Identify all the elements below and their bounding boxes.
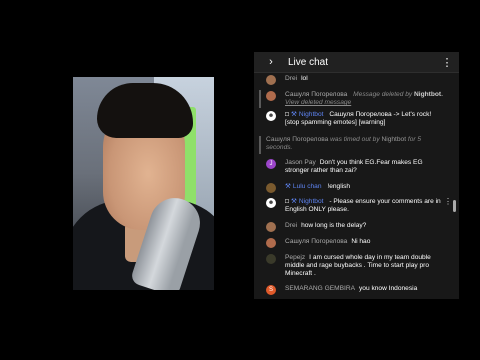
- chat-message: J Jason Pay Don't you think EG.Fear makes…: [266, 159, 446, 175]
- chat-message: ☻ ◘ ⚒ Nightbot - Please ensure your commen…: [266, 197, 451, 214]
- chat-scrollbar[interactable]: [453, 200, 456, 212]
- deleted-note: Message deleted by: [353, 91, 413, 98]
- note-mid: was timed out by: [330, 136, 380, 143]
- message-text: !english: [327, 183, 351, 190]
- author-name[interactable]: Сашуля Погорелова: [285, 91, 347, 98]
- timed-out-user: Сашуля Погорелова: [266, 136, 329, 143]
- message-text: how long is the delay?: [301, 222, 367, 229]
- author-name[interactable]: Drei: [285, 75, 297, 82]
- avatar: [266, 183, 276, 193]
- chat-header: › Live chat ⋮: [254, 52, 459, 73]
- author-name[interactable]: Pepejz: [285, 254, 305, 261]
- nightbot-avatar: ☻: [266, 111, 276, 121]
- avatar: [266, 91, 276, 101]
- wrench-icon: ⚒: [285, 183, 291, 190]
- avatar: [266, 75, 276, 85]
- author-name[interactable]: Сашуля Погорелова: [285, 238, 347, 245]
- deleted-by: Nightbot: [414, 91, 442, 98]
- avatar: S: [266, 285, 276, 295]
- more-vertical-icon[interactable]: ⋮: [439, 56, 455, 69]
- author-name[interactable]: Nightbot: [299, 198, 324, 205]
- chat-message: Сашуля Погорелова Ni hao: [266, 238, 446, 248]
- view-deleted-link[interactable]: View deleted message: [285, 99, 351, 106]
- chat-message: ⚒ Lulu chan !english: [266, 183, 446, 193]
- author-name[interactable]: Nightbot: [299, 111, 324, 118]
- author-name[interactable]: Lulu chan: [293, 183, 322, 190]
- author-name[interactable]: SEMARANG GEMBIRA: [285, 285, 355, 292]
- note-by: Nightbot: [381, 136, 407, 143]
- shield-icon: ◘: [285, 111, 289, 118]
- more-vertical-icon[interactable]: ⋮: [444, 197, 451, 206]
- divider: [259, 90, 261, 108]
- chat-message: Pepejz I am cursed whole day in my team d…: [266, 254, 446, 279]
- webcam-video: [73, 77, 214, 290]
- chevron-right-icon[interactable]: ›: [262, 56, 280, 68]
- chat-message: Drei how long is the delay?: [266, 222, 446, 232]
- avatar: [266, 238, 276, 248]
- message-text: Ni hao: [351, 238, 371, 245]
- chat-messages[interactable]: Drei lol Сашуля Погорелова Message delete…: [254, 73, 451, 299]
- avatar: J: [266, 159, 276, 169]
- wrench-icon: ⚒: [290, 198, 297, 205]
- chat-message-deleted: Сашуля Погорелова Message deleted by Nig…: [266, 91, 446, 107]
- chat-message: S SEMARANG GEMBIRA you know Indonesia: [266, 285, 446, 295]
- message-text: I am cursed whole day in my team double …: [285, 254, 431, 278]
- avatar: [266, 222, 276, 232]
- chat-message: ☻ ◘ ⚒ Nightbot Сашуля Погорелова -> Let's …: [266, 111, 446, 127]
- message-text: you know Indonesia: [358, 285, 418, 292]
- chat-title: Live chat: [288, 56, 329, 68]
- streamer-hair: [97, 83, 193, 138]
- avatar: [266, 254, 276, 264]
- author-name[interactable]: Drei: [285, 222, 297, 229]
- nightbot-avatar: ☻: [266, 198, 276, 208]
- author-name[interactable]: Jason Pay: [285, 159, 316, 166]
- wrench-icon: ⚒: [290, 111, 297, 118]
- divider: [259, 136, 261, 154]
- timeout-note: Сашуля Погорелова was timed out by Night…: [266, 136, 446, 152]
- chat-message: Drei lol: [266, 75, 446, 85]
- live-chat-panel: › Live chat ⋮ Drei lol Сашуля Погорелова …: [254, 52, 459, 299]
- shield-icon: ◘: [285, 198, 289, 205]
- message-text: lol: [301, 75, 308, 82]
